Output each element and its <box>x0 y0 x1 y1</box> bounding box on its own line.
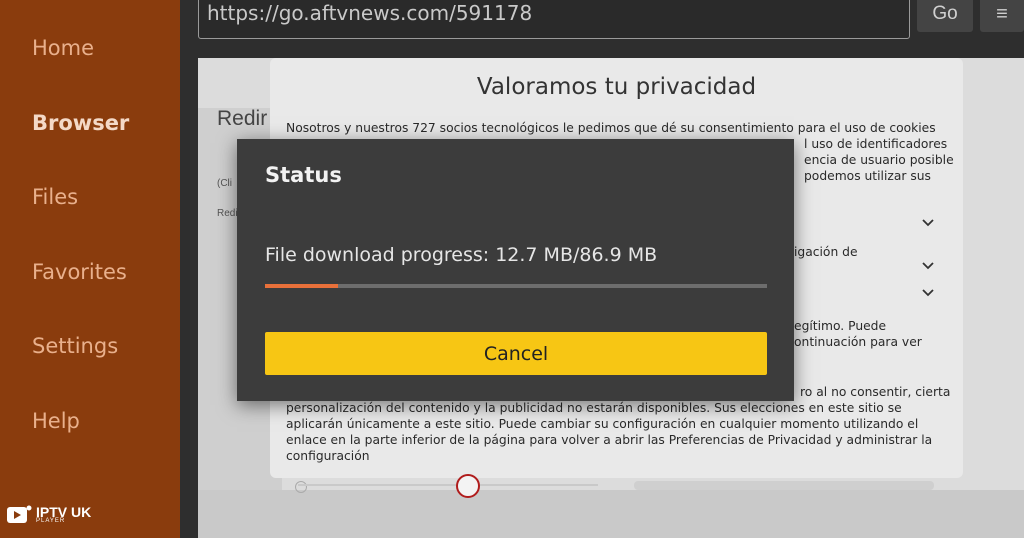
toggle-ring[interactable] <box>295 481 307 493</box>
page-snippet-2: Redi <box>217 208 238 219</box>
url-input[interactable]: https://go.aftvnews.com/591178 <box>198 0 910 39</box>
page-heading: Redir <box>217 107 268 130</box>
sidebar-item-home[interactable]: Home <box>32 36 94 60</box>
iptv-uk-logo: IPTV UK PLAYER <box>6 504 91 526</box>
privacy-text-line-5: igación de <box>794 245 858 259</box>
privacy-text-line-12: configuración <box>286 449 370 463</box>
status-dialog: Status File download progress: 12.7 MB/8… <box>237 139 794 401</box>
go-button[interactable]: Go <box>917 0 973 32</box>
privacy-text-line-4: podemos utilizar sus <box>804 169 931 183</box>
privacy-title: Valoramos tu privacidad <box>476 74 757 100</box>
download-progress-fill <box>265 284 339 288</box>
sidebar-item-browser[interactable]: Browser <box>32 111 129 135</box>
privacy-text-line-2: l uso de identificadores <box>804 137 948 151</box>
chevron-down-icon[interactable] <box>921 218 935 228</box>
sidebar-item-help[interactable]: Help <box>32 409 80 433</box>
privacy-text-line-8: ro al no consentir, cierta <box>800 385 951 399</box>
sidebar: Home Browser Files Favorites Settings He… <box>0 0 180 538</box>
download-progress-bar <box>265 284 767 288</box>
privacy-text-line-3: encia de usuario posible <box>804 153 954 167</box>
sidebar-item-settings[interactable]: Settings <box>32 334 118 358</box>
cancel-button[interactable]: Cancel <box>265 332 767 375</box>
sidebar-item-files[interactable]: Files <box>32 185 78 209</box>
privacy-text-line-10: aplicarán únicamente a este sitio. Puede… <box>286 417 919 431</box>
page-footer <box>198 490 1024 538</box>
page-snippet-1: (Cli <box>217 178 232 189</box>
hamburger-menu-icon[interactable]: ≡ <box>980 0 1024 32</box>
chevron-down-icon[interactable] <box>921 288 935 298</box>
privacy-text-line-9: personalización del contenido y la publi… <box>286 401 902 415</box>
slider-track[interactable] <box>298 484 598 486</box>
logo-name: IPTV UK <box>36 504 92 520</box>
url-text: https://go.aftvnews.com/591178 <box>207 1 533 25</box>
privacy-text-line-11: enlace en la parte inferior de la página… <box>286 433 933 447</box>
slider-knob[interactable] <box>456 474 480 498</box>
status-title: Status <box>265 163 342 187</box>
download-progress-label: File download progress: 12.7 MB/86.9 MB <box>265 244 658 266</box>
tv-logo-icon <box>7 505 32 523</box>
privacy-text-line-1: Nosotros y nuestros 727 socios tecnológi… <box>286 121 936 135</box>
chevron-down-icon[interactable] <box>921 261 935 271</box>
sidebar-item-favorites[interactable]: Favorites <box>32 260 127 284</box>
privacy-text-line-7: ontinuación para ver <box>794 335 922 349</box>
scroll-bar[interactable] <box>634 481 934 490</box>
privacy-text-line-6: egítimo. Puede <box>794 319 887 333</box>
